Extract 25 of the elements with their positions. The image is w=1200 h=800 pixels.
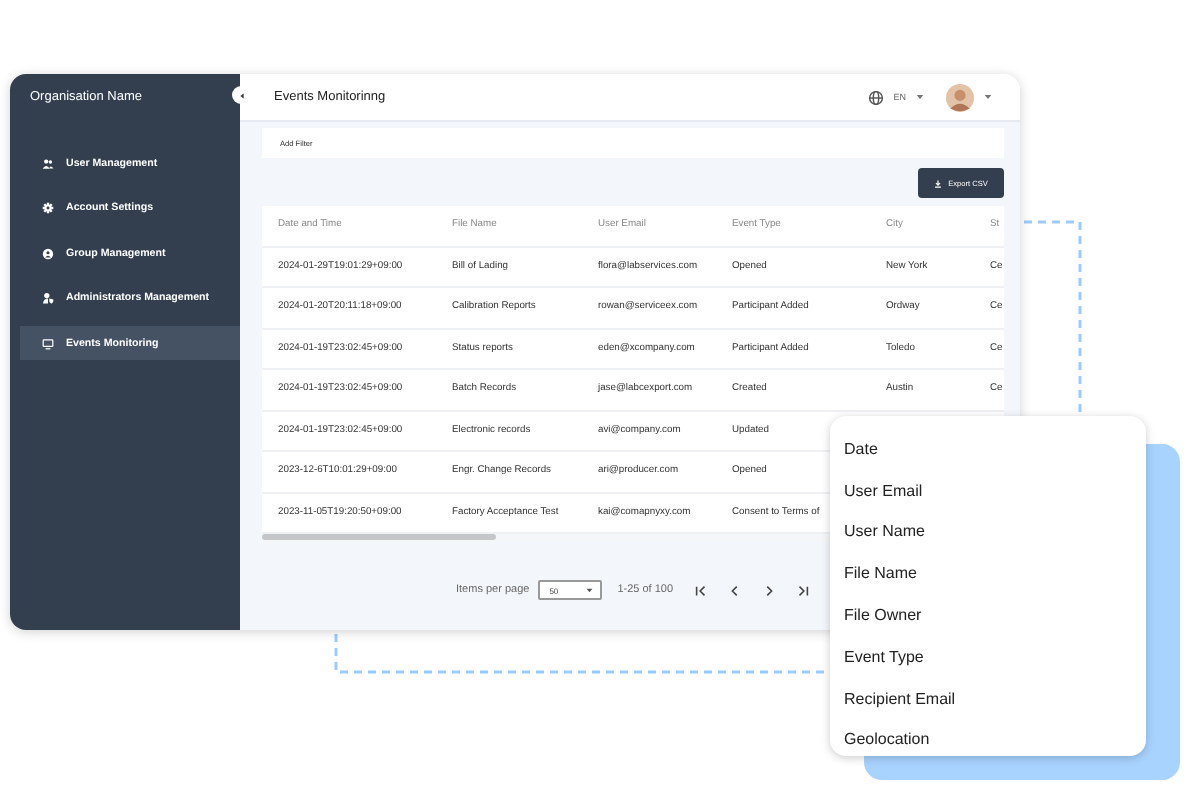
avatar-icon[interactable] [946,83,974,111]
menu-item[interactable]: User Email [830,469,1146,512]
caret-icon [586,587,594,593]
users-icon [42,157,54,169]
scrollbar-thumb[interactable] [262,534,496,540]
user-shield-icon [42,292,54,304]
menu-item[interactable]: Date [830,428,1146,470]
globe-icon[interactable] [867,89,884,105]
last-page-icon[interactable] [795,583,810,597]
next-page-icon[interactable] [761,583,776,597]
menu-item[interactable]: File Name [830,552,1146,595]
gear-icon [42,202,54,214]
previous-page-icon[interactable] [727,583,742,597]
caret-icon[interactable] [916,94,924,100]
download-icon [934,179,943,187]
monitor-icon [42,337,54,349]
menu-item[interactable]: User Name [830,511,1146,553]
menu-item[interactable]: File Owner [830,594,1146,636]
first-page-icon[interactable] [693,583,708,597]
menu-item[interactable]: Event Type [830,635,1146,678]
menu-item[interactable]: Recipient Email [830,677,1146,720]
caret-icon[interactable] [984,94,992,100]
group-icon [42,247,54,259]
menu-item[interactable]: Geolocation [830,719,1146,761]
caret-icon [237,91,245,99]
